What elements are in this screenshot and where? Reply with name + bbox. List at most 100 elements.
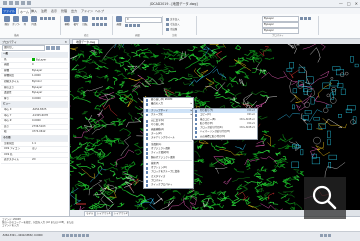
- status-right-tools[interactable]: [320, 234, 331, 237]
- context-menu-item[interactable]: 最近の入力: [144, 102, 193, 106]
- layer-small-tools[interactable]: [125, 24, 140, 27]
- menu-item-label: 元の座標に貼り付け(D): [200, 135, 225, 138]
- map-line: [98, 201, 113, 207]
- property-row[interactable]: 表示スタイル2D: [1, 158, 68, 164]
- polar-icon[interactable]: [74, 234, 77, 237]
- map-line: [104, 167, 117, 170]
- layer-button[interactable]: 画層: [115, 16, 123, 27]
- list-icon[interactable]: [304, 17, 307, 20]
- annotation-scale-icon[interactable]: [320, 234, 323, 237]
- menu-item-icon: [195, 118, 198, 121]
- open-icon[interactable]: [9, 1, 13, 5]
- context-menu-item[interactable]: クイックプロパティ: [144, 183, 193, 187]
- new-icon[interactable]: [3, 1, 7, 5]
- ribbon-small-tools[interactable]: [40, 17, 55, 20]
- copy-button[interactable]: 複写: [72, 16, 80, 27]
- circle-button[interactable]: 円: [21, 16, 29, 27]
- hatch-icon[interactable]: [44, 17, 47, 20]
- dimension-tool[interactable]: 寸法記入: [166, 22, 180, 26]
- ribbon-extra-tools[interactable]: [300, 17, 311, 20]
- spline-icon[interactable]: [52, 17, 55, 20]
- array-icon[interactable]: [96, 23, 99, 26]
- osnap-icon[interactable]: [78, 234, 81, 237]
- map-line: [192, 207, 198, 209]
- modify-small-tools-2[interactable]: [92, 23, 107, 26]
- redo-icon[interactable]: [27, 1, 31, 5]
- menu-item-icon: [146, 148, 149, 151]
- map-line: [331, 77, 333, 79]
- context-menu-item[interactable]: グループ化: [144, 113, 193, 117]
- context-menu-item[interactable]: ステアリングホイール: [144, 136, 193, 140]
- arc-button[interactable]: 円弧: [30, 16, 38, 27]
- menu-item-label: 画面移動(A): [151, 128, 164, 131]
- map-line: [100, 120, 107, 125]
- ortho-icon[interactable]: [70, 234, 73, 237]
- ellipse-icon[interactable]: [48, 17, 51, 20]
- layer-off-icon[interactable]: [125, 24, 128, 27]
- select-objects-icon[interactable]: [51, 46, 55, 50]
- otrack-icon[interactable]: [82, 234, 85, 237]
- map-line: [316, 146, 324, 153]
- maximize-button[interactable]: □: [347, 0, 351, 7]
- trim-icon[interactable]: [92, 17, 95, 20]
- close-button[interactable]: ✕: [355, 0, 358, 7]
- scale-icon[interactable]: [100, 23, 103, 26]
- map-line: [164, 64, 173, 70]
- match-properties-icon[interactable]: [300, 17, 303, 20]
- toggle-pickadd-icon[interactable]: [56, 46, 60, 50]
- map-line: [299, 64, 310, 84]
- map-line: [325, 162, 345, 178]
- map-line: [245, 200, 250, 205]
- calculator-icon[interactable]: [308, 17, 311, 20]
- map-line: [294, 169, 300, 174]
- map-line: [314, 137, 321, 144]
- map-line: [323, 83, 330, 88]
- leader-tool[interactable]: 引出線: [166, 27, 177, 31]
- map-line: [225, 196, 236, 203]
- map-line: [300, 171, 304, 176]
- undo-icon[interactable]: [21, 1, 25, 5]
- workspace-icon[interactable]: [324, 234, 327, 237]
- quick-select-icon[interactable]: [46, 46, 50, 50]
- modify-small-tools[interactable]: [92, 17, 107, 20]
- submenu-item[interactable]: 元の座標に貼り付け(D): [193, 135, 257, 139]
- command-input[interactable]: コマンドを入力: [2, 224, 74, 227]
- menu-item-label: クイック選択(Q): [151, 151, 169, 154]
- map-line: [214, 92, 220, 96]
- lineweight-icon[interactable]: [86, 234, 89, 237]
- zoom-overlay-button[interactable]: [304, 177, 346, 219]
- map-line: [121, 136, 131, 156]
- quick-access-toolbar[interactable]: [3, 1, 31, 5]
- grid-icon[interactable]: [66, 234, 69, 237]
- fillet-icon[interactable]: [92, 23, 95, 26]
- selection-dropdown[interactable]: 選択なし: [2, 45, 45, 51]
- layer-lock-icon[interactable]: [133, 24, 136, 27]
- rotate-button[interactable]: 回転: [81, 16, 89, 27]
- map-line: [70, 144, 71, 147]
- status-toggles[interactable]: [62, 234, 89, 237]
- polyline-button[interactable]: ポリライン: [12, 16, 20, 27]
- minimize-button[interactable]: —: [339, 0, 343, 7]
- explode-icon[interactable]: [104, 23, 107, 26]
- fullscreen-icon[interactable]: [328, 234, 331, 237]
- menu-item-icon: [146, 129, 149, 132]
- offset-icon[interactable]: [104, 17, 107, 20]
- map-line: [85, 81, 90, 84]
- extend-icon[interactable]: [96, 17, 99, 20]
- mirror-icon[interactable]: [100, 17, 103, 20]
- snap-icon[interactable]: [62, 234, 65, 237]
- layer-select[interactable]: 0: [125, 17, 162, 23]
- layer-freeze-icon[interactable]: [129, 24, 132, 27]
- text-tool[interactable]: 文字記入: [166, 17, 180, 21]
- line-button[interactable]: 線分: [3, 16, 11, 27]
- rectangle-icon[interactable]: [40, 17, 43, 20]
- map-line: [327, 94, 330, 97]
- move-button[interactable]: 移動: [63, 16, 71, 27]
- save-icon[interactable]: [15, 1, 19, 5]
- context-menu-item[interactable]: 類似オブジェクト選択: [144, 156, 193, 160]
- layer-match-icon[interactable]: [137, 24, 140, 27]
- menu-item-icon: [195, 136, 198, 139]
- map-line: [278, 114, 300, 120]
- menu-item-icon: [146, 99, 149, 102]
- map-line: [293, 89, 297, 93]
